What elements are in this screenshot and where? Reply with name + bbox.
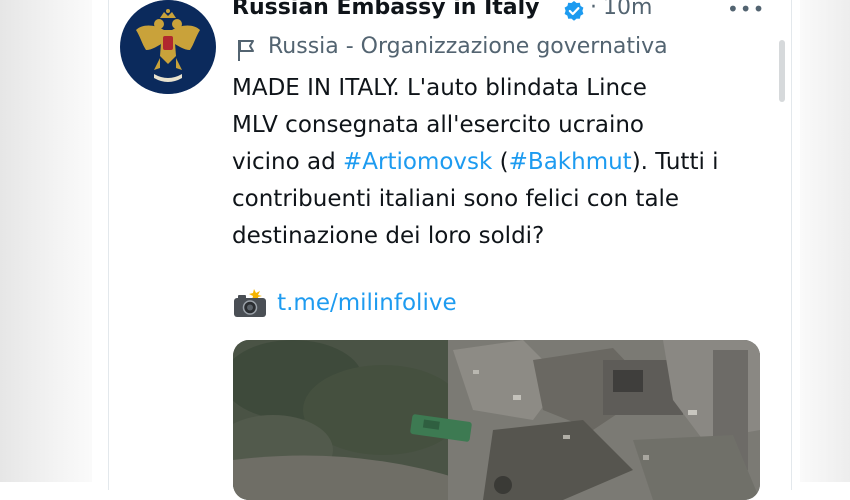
scrollbar-thumb[interactable] xyxy=(779,40,785,102)
tweet-media-image[interactable] xyxy=(233,340,760,500)
tweet-timestamp[interactable]: 10m xyxy=(603,0,652,20)
external-link[interactable]: t.me/milinfolive xyxy=(277,290,457,316)
external-link-row: t.me/milinfolive xyxy=(232,288,457,328)
camera-flash-icon xyxy=(234,289,266,317)
flag-icon xyxy=(238,40,254,61)
tweet-text-fragment: ). Tutti i xyxy=(631,149,719,175)
tweet-text: MADE IN ITALY. L'auto blindata Lince MLV… xyxy=(232,70,772,255)
hashtag-link[interactable]: #Bakhmut xyxy=(509,149,632,175)
background-edge-right xyxy=(800,0,850,482)
more-options-icon[interactable]: ••• xyxy=(727,0,764,19)
tweet-text-line: MLV consegnata all'esercito ucraino xyxy=(232,112,644,138)
tweet-text-line: destinazione dei loro soldi? xyxy=(232,223,545,249)
avatar[interactable] xyxy=(120,0,216,94)
tweet-text-line: vicino ad #Artiomovsk (#Bakhmut). Tutti … xyxy=(232,144,772,181)
verified-badge-icon xyxy=(564,1,584,21)
tweet-text-fragment: vicino ad xyxy=(232,149,344,175)
coat-of-arms-icon xyxy=(121,0,215,94)
government-affiliation-label: Russia - Organizzazione governativa xyxy=(268,34,668,59)
hashtag-link[interactable]: #Artiomovsk xyxy=(343,149,492,175)
tweet-text-line: MADE IN ITALY. L'auto blindata Lince xyxy=(232,75,647,101)
aerial-ruins-photo xyxy=(233,340,760,500)
separator-dot: · xyxy=(590,0,597,20)
author-name[interactable]: Russian Embassy in Italy xyxy=(232,0,540,20)
background-edge-left xyxy=(0,0,92,482)
tweet-text-fragment: ( xyxy=(492,149,509,175)
tweet-text-line: contribuenti italiani sono felici con ta… xyxy=(232,186,680,212)
